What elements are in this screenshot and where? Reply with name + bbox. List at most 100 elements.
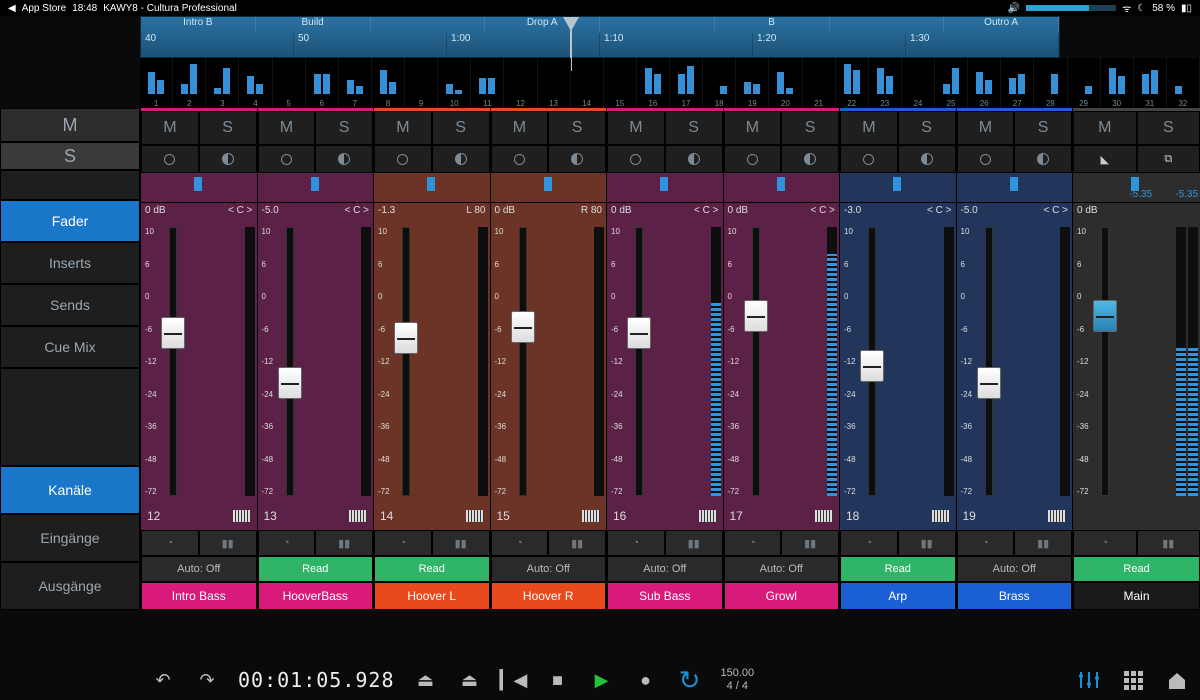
marker-next-icon[interactable]: ⏏	[457, 667, 483, 693]
mute-button[interactable]: M	[957, 111, 1015, 145]
solo-button[interactable]: S	[1137, 111, 1200, 145]
home-icon[interactable]	[1164, 667, 1190, 693]
loop-icon[interactable]: ↻	[677, 667, 703, 693]
fader-knob[interactable]	[511, 311, 535, 343]
timeline[interactable]: Intro BBuildDrop ABOutro A 40501:001:101…	[140, 16, 1060, 58]
mini-meter[interactable]: 18	[703, 58, 736, 108]
monitor-button[interactable]	[199, 145, 257, 173]
rewind-icon[interactable]: ▎◀	[501, 667, 527, 693]
tab-eingange[interactable]: Eingänge	[0, 514, 140, 562]
pan-indicator[interactable]	[893, 177, 901, 191]
bypass-icon[interactable]: ▮▮	[315, 530, 373, 556]
mini-meter[interactable]: 11	[471, 58, 504, 108]
mini-meter[interactable]: 15	[604, 58, 637, 108]
mini-meter[interactable]: 24	[902, 58, 935, 108]
mini-meter[interactable]: 5	[273, 58, 306, 108]
mini-meter[interactable]: 32	[1167, 58, 1200, 108]
monitor-button[interactable]	[1014, 145, 1072, 173]
keyboard-icon[interactable]	[815, 510, 833, 522]
automation-icon[interactable]: ◔	[258, 530, 316, 556]
record-arm[interactable]	[141, 145, 199, 173]
automation-mode[interactable]: Auto: Off	[491, 556, 607, 582]
fader-knob[interactable]	[977, 367, 1001, 399]
mini-meter[interactable]: 30	[1101, 58, 1134, 108]
marker-up-icon[interactable]: ⏏	[413, 667, 439, 693]
channel-name[interactable]: Arp	[840, 582, 956, 610]
mini-meter[interactable]: 20	[769, 58, 802, 108]
keyboard-icon[interactable]	[932, 510, 950, 522]
mini-meter[interactable]: 14	[571, 58, 604, 108]
automation-mode[interactable]: Read	[1073, 556, 1200, 582]
mini-meter[interactable]: 12	[504, 58, 537, 108]
timeline-section[interactable]	[830, 17, 945, 33]
pan-indicator[interactable]	[311, 177, 319, 191]
timeline-section[interactable]: Intro B	[141, 17, 256, 33]
channel-name[interactable]: Hoover L	[374, 582, 490, 610]
mini-meter[interactable]: 2	[173, 58, 206, 108]
tempo-display[interactable]: 150.00 4 / 4	[721, 667, 755, 693]
channel-name[interactable]: Hoover R	[491, 582, 607, 610]
mute-button[interactable]: M	[258, 111, 316, 145]
undo-icon[interactable]: ↶	[150, 667, 176, 693]
channel-name[interactable]: HooverBass	[258, 582, 374, 610]
tab-ausgange[interactable]: Ausgänge	[0, 562, 140, 610]
pan-indicator[interactable]	[194, 177, 202, 191]
back-label[interactable]: App Store	[22, 3, 66, 14]
bypass-icon[interactable]: ▮▮	[1014, 530, 1072, 556]
bypass-icon[interactable]: ▮▮	[665, 530, 723, 556]
mini-meter[interactable]: 31	[1134, 58, 1167, 108]
channel-name[interactable]: Main	[1073, 582, 1200, 610]
solo-button[interactable]: S	[781, 111, 839, 145]
fader-knob[interactable]	[627, 317, 651, 349]
master-solo[interactable]: S	[0, 142, 140, 170]
bypass-icon[interactable]: ▮▮	[781, 530, 839, 556]
bypass-icon[interactable]: ▮▮	[1137, 530, 1200, 556]
keyboard-icon[interactable]	[699, 510, 717, 522]
mute-button[interactable]: M	[491, 111, 549, 145]
mini-meter[interactable]: 9	[405, 58, 438, 108]
solo-button[interactable]: S	[1014, 111, 1072, 145]
channel-name[interactable]: Sub Bass	[607, 582, 723, 610]
mini-meter[interactable]: 19	[736, 58, 769, 108]
fader-knob[interactable]	[860, 350, 884, 382]
channel-name[interactable]: Growl	[724, 582, 840, 610]
mini-meter[interactable]: 4	[239, 58, 272, 108]
mute-button[interactable]: M	[840, 111, 898, 145]
mini-meter[interactable]: 6	[306, 58, 339, 108]
back-icon[interactable]: ◀	[8, 3, 16, 14]
mute-button[interactable]: M	[141, 111, 199, 145]
automation-mode[interactable]: Auto: Off	[724, 556, 840, 582]
fader-knob[interactable]	[161, 317, 185, 349]
play-icon[interactable]: ▶	[589, 667, 615, 693]
link-icon[interactable]: ⧉	[1137, 145, 1200, 173]
mini-meter[interactable]: 7	[339, 58, 372, 108]
timeline-section[interactable]: B	[715, 17, 830, 33]
keyboard-icon[interactable]	[349, 510, 367, 522]
mini-meter[interactable]: 1	[140, 58, 173, 108]
keyboard-icon[interactable]	[582, 510, 600, 522]
keyboard-icon[interactable]	[233, 510, 251, 522]
automation-mode[interactable]: Read	[258, 556, 374, 582]
mini-meter[interactable]: 25	[935, 58, 968, 108]
keyboard-icon[interactable]	[466, 510, 484, 522]
automation-icon[interactable]: ◔	[491, 530, 549, 556]
playhead[interactable]	[563, 17, 579, 31]
record-arm[interactable]	[374, 145, 432, 173]
solo-button[interactable]: S	[548, 111, 606, 145]
automation-mode[interactable]: Auto: Off	[141, 556, 257, 582]
tab-fader[interactable]: Fader	[0, 200, 140, 242]
mixer-icon[interactable]	[1076, 667, 1102, 693]
tab-kanale[interactable]: Kanäle	[0, 466, 140, 514]
solo-button[interactable]: S	[199, 111, 257, 145]
automation-icon[interactable]: ◔	[957, 530, 1015, 556]
record-arm[interactable]	[258, 145, 316, 173]
fader-knob[interactable]	[278, 367, 302, 399]
automation-icon[interactable]: ◔	[141, 530, 199, 556]
bypass-icon[interactable]: ▮▮	[898, 530, 956, 556]
record-arm[interactable]	[840, 145, 898, 173]
mini-meter[interactable]: 27	[1001, 58, 1034, 108]
automation-icon[interactable]: ◔	[607, 530, 665, 556]
timeline-section[interactable]: Drop A	[485, 17, 600, 33]
record-arm[interactable]	[491, 145, 549, 173]
mute-button[interactable]: M	[607, 111, 665, 145]
